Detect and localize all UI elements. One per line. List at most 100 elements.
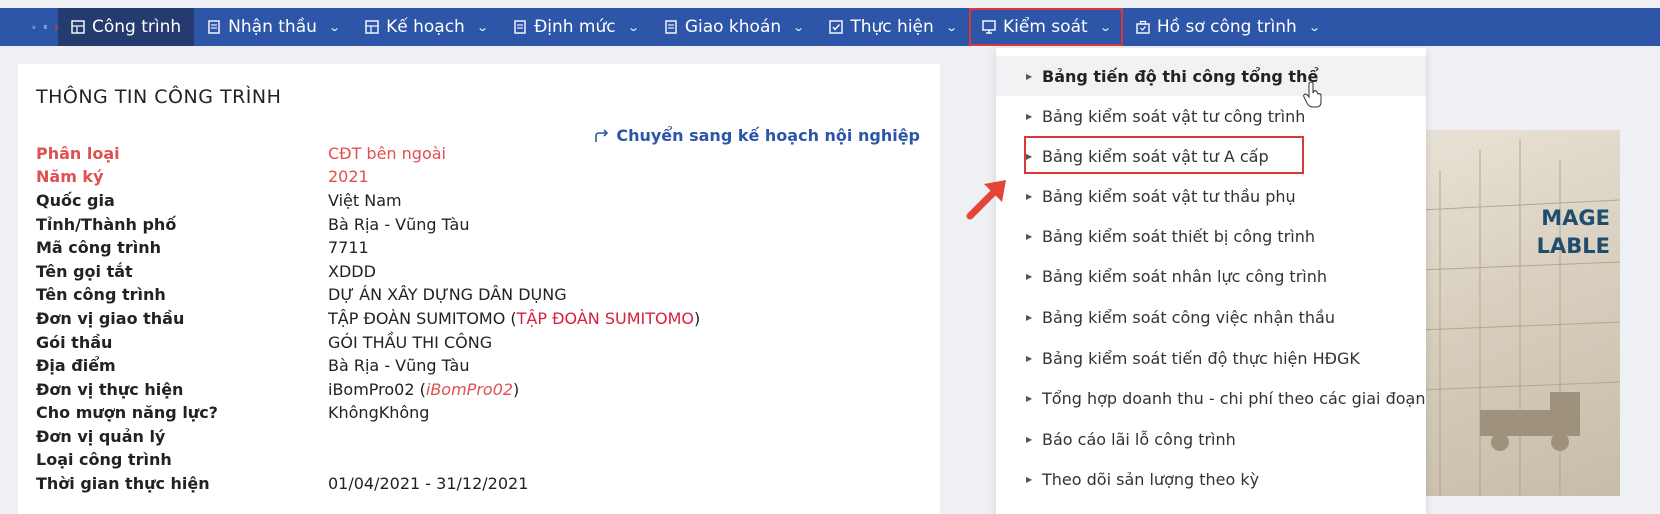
triangle-right-icon: ▶ [1026,151,1033,161]
info-row-ten-goi-tat: Tên gọi tắt XDDD [36,262,376,286]
dropdown-item-lai-lo[interactable]: ▶ Báo cáo lãi lỗ công trình [996,419,1426,459]
document-icon [208,20,220,34]
project-info-card: THÔNG TIN CÔNG TRÌNH Chuyển sang kế hoạc… [18,64,940,514]
nav-item-ke-hoach[interactable]: Kế hoạch ⌄ [352,8,500,46]
info-label: Loại công trình [36,450,172,469]
nav-label: Công trình [92,17,182,37]
info-label: Thời gian thực hiện [36,474,210,493]
nav-label: Hồ sơ công trình [1156,17,1297,37]
triangle-right-icon: ▶ [1026,353,1033,363]
nav-item-dinh-muc[interactable]: Định mức ⌄ [500,8,651,46]
info-value: GÓI THẦU THI CÔNG [328,333,493,352]
project-image: MAGE LABLE [1420,130,1620,496]
switch-plan-link[interactable]: Chuyển sang kế hoạch nội nghiệp [594,126,920,145]
dropdown-item-san-luong[interactable]: ▶ Theo dõi sản lượng theo kỳ [996,459,1426,499]
info-value: 2021 [328,167,369,186]
info-value: 01/04/2021 - 31/12/2021 [328,474,529,493]
dropdown-item-cong-viec-nhan-thau[interactable]: ▶ Bảng kiểm soát công việc nhận thầu [996,297,1426,337]
nav-item-giao-khoan[interactable]: Giao khoán ⌄ [651,8,817,46]
info-row-nam-ky: Năm ký 2021 [36,167,369,191]
chevron-down-icon: ⌄ [476,20,489,34]
construction-sketch-icon [1420,140,1620,496]
apps-icon[interactable] [43,20,48,34]
nav-item-ho-so-cong-trinh[interactable]: Hồ sơ công trình ⌄ [1123,8,1332,46]
top-nav: Công trình Nhận thầu ⌄ Kế hoạch ⌄ Định m… [0,8,1660,46]
nav-item-thuc-hien[interactable]: Thực hiện ⌄ [816,8,969,46]
redirect-arrow-icon [595,128,609,142]
chevron-down-icon: ⌄ [1098,20,1112,34]
dropdown-item-label: Bảng kiểm soát tiến độ thực hiện HĐGK [1042,348,1360,368]
info-row-don-vi-quan-ly: Đơn vị quản lý [36,427,328,451]
info-row-don-vi-thuc-hien: Đơn vị thực hiện iBomPro02 (iBomPro02) [36,380,519,404]
triangle-right-icon: ▶ [1026,71,1033,81]
switch-plan-label: Chuyển sang kế hoạch nội nghiệp [616,126,920,145]
info-value: KhôngKhông [328,403,430,422]
dropdown-item-label: Bảng kiểm soát vật tư công trình [1042,106,1306,126]
info-label: Phân loại [36,144,120,163]
info-label: Tên gọi tắt [36,262,133,281]
chevron-down-icon: ⌄ [328,20,341,34]
info-label: Đơn vị thực hiện [36,380,184,399]
document-icon [665,20,677,34]
grid-icon [71,20,85,34]
info-label: Đơn vị quản lý [36,427,166,446]
triangle-right-icon: ▶ [1026,271,1033,281]
nav-item-kiem-soat[interactable]: Kiểm soát ⌄ [969,8,1123,46]
info-value: iBomPro02 (iBomPro02) [328,380,520,399]
triangle-right-icon: ▶ [1026,231,1033,241]
info-row-cho-muon-nang-luc: Cho mượn năng lực? KhôngKhông [36,403,429,427]
dropdown-item-vat-tu-thau-phu[interactable]: ▶ Bảng kiểm soát vật tư thầu phụ [996,176,1426,216]
triangle-right-icon: ▶ [1026,474,1033,484]
nav-label: Thực hiện [850,17,934,37]
dropdown-item-vat-tu-cong-trinh[interactable]: ▶ Bảng kiểm soát vật tư công trình [996,96,1426,136]
info-label: Mã công trình [36,238,161,257]
nav-item-cong-trinh[interactable]: Công trình [58,8,195,46]
dropdown-item-label: Bảng tiến độ thi công tổng thể [1042,66,1319,86]
info-value: CĐT bên ngoài [328,144,446,163]
dropdown-item-thiet-bi[interactable]: ▶ Bảng kiểm soát thiết bị công trình [996,216,1426,256]
nav-label: Nhận thầu [228,17,317,37]
nav-label: Kế hoạch [386,17,465,37]
checkbox-icon [829,20,844,34]
chevron-down-icon: ⌄ [626,20,640,34]
document-icon [514,20,526,34]
dropdown-item-doanh-thu-chi-phi[interactable]: ▶ Tổng hợp doanh thu - chi phí theo các … [996,378,1426,418]
contractor-link[interactable]: TẬP ĐOÀN SUMITOMO [517,309,694,328]
info-label: Năm ký [36,167,104,186]
dropdown-item-label: Theo dõi sản lượng theo kỳ [1042,469,1260,489]
info-row-ma-cong-trinh: Mã công trình 7711 [36,238,369,262]
dropdown-item-nhan-luc[interactable]: ▶ Bảng kiểm soát nhân lực công trình [996,256,1426,296]
nav-label: Định mức [534,17,616,37]
info-row-goi-thau: Gói thầu GÓI THẦU THI CÔNG [36,333,492,357]
triangle-right-icon: ▶ [1026,393,1033,403]
info-row-phan-loai: Phân loại CĐT bên ngoài [36,144,446,168]
executor-link[interactable]: iBomPro02 [426,380,513,399]
dropdown-item-vat-tu-a-cap[interactable]: ▶ Bảng kiểm soát vật tư A cấp [996,136,1426,176]
chevron-down-icon: ⌄ [944,20,958,34]
triangle-right-icon: ▶ [1026,312,1033,322]
monitor-icon [982,20,996,34]
image-text-line2: LABLE [1536,234,1610,258]
info-row-don-vi-giao-thau: Đơn vị giao thầu TẬP ĐOÀN SUMITOMO (TẬP … [36,309,700,333]
info-value: Việt Nam [328,191,402,210]
dropdown-item-bang-tien-do[interactable]: ▶ Bảng tiến độ thi công tổng thể [996,56,1426,96]
info-value: Bà Rịa - Vũng Tàu [328,215,470,234]
info-label: Quốc gia [36,191,115,210]
info-value: Bà Rịa - Vũng Tàu [328,356,470,375]
dropdown-item-label: Bảng kiểm soát công việc nhận thầu [1042,307,1335,327]
info-row-thoi-gian-thuc-hien: Thời gian thực hiện 01/04/2021 - 31/12/2… [36,474,528,498]
executor-name: iBomPro02 [328,380,415,399]
info-row-ten-cong-trinh: Tên công trình DỰ ÁN XÂY DỰNG DÂN DỤNG [36,285,567,309]
dropdown-item-label: Tổng hợp doanh thu - chi phí theo các gi… [1042,388,1426,408]
dropdown-item-label: Bảng kiểm soát thiết bị công trình [1042,226,1315,246]
info-value: XDDD [328,262,376,281]
dropdown-item-tien-do-hdgk[interactable]: ▶ Bảng kiểm soát tiến độ thực hiện HĐGK [996,338,1426,378]
nav-item-nhan-thau[interactable]: Nhận thầu ⌄ [194,8,352,46]
info-row-tinh-thanh-pho: Tỉnh/Thành phố Bà Rịa - Vũng Tàu [36,215,470,239]
image-text-line1: MAGE [1541,206,1610,230]
home-icon[interactable] [32,19,36,35]
info-label: Cho mượn năng lực? [36,403,218,422]
hand-cursor-icon [1303,82,1322,108]
nav-label: Giao khoán [684,17,782,37]
info-label: Tỉnh/Thành phố [36,215,177,234]
